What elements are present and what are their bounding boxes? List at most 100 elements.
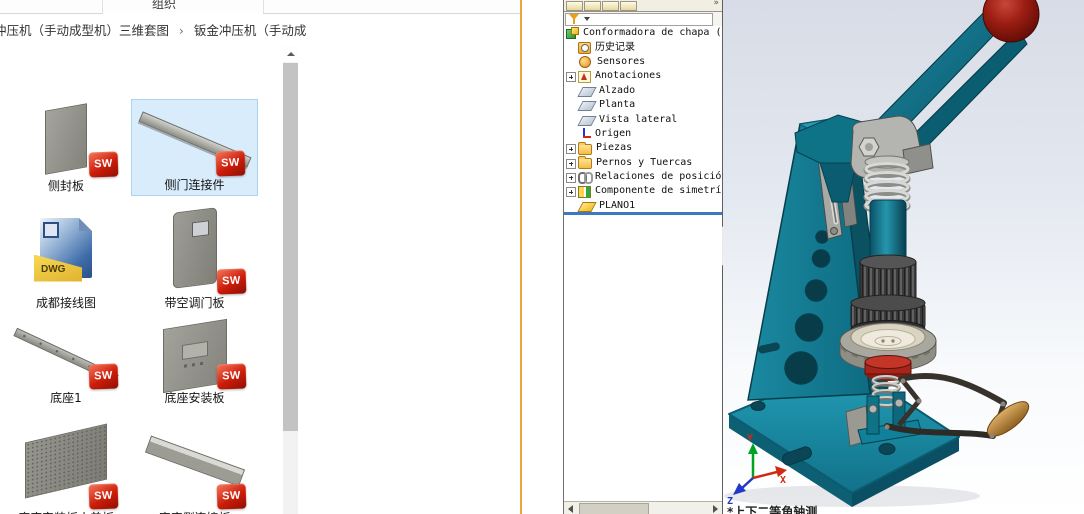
feature-tree-item[interactable]: Anotaciones bbox=[564, 69, 722, 83]
file-name: 带空调门板 bbox=[164, 296, 225, 310]
triad-y-label: Y bbox=[747, 433, 753, 444]
file-item[interactable]: SW 底座安装板小盖板 bbox=[2, 410, 130, 514]
file-thumbnail: SW bbox=[2, 98, 130, 179]
file-thumbnail: SW bbox=[131, 318, 258, 393]
dwg-format-label: DWG bbox=[41, 263, 66, 275]
file-item[interactable]: SW 底座1 bbox=[2, 320, 130, 408]
file-item[interactable]: SW 底座安装板 bbox=[131, 318, 258, 408]
tree-horizontal-scrollbar[interactable] bbox=[564, 501, 722, 514]
scroll-right-icon[interactable] bbox=[708, 502, 722, 514]
feature-tree-item[interactable]: Componente de simetría1 bbox=[564, 184, 722, 198]
file-thumbnail-art: DWG bbox=[40, 217, 92, 278]
tab-propertymanager-icon[interactable] bbox=[584, 1, 601, 11]
organize-menu[interactable]: 组织 bbox=[152, 0, 176, 12]
file-thumbnail: SW bbox=[2, 410, 130, 511]
breadcrumb-separator-icon: › bbox=[179, 24, 184, 38]
solidworks-badge-icon: SW bbox=[88, 151, 119, 178]
file-name: 成都接线图 bbox=[35, 296, 96, 310]
rollback-bar[interactable] bbox=[564, 212, 722, 215]
tab-featuremanager-icon[interactable] bbox=[566, 1, 583, 11]
file-thumbnail: DWG bbox=[2, 199, 130, 296]
scrollbar-thumb[interactable] bbox=[579, 503, 649, 514]
tree-item-label: Anotaciones bbox=[595, 70, 662, 82]
tree-item-label: Pernos y Tuercas bbox=[596, 156, 693, 168]
file-thumbnail-art bbox=[144, 434, 245, 487]
graphics-viewport[interactable]: Y X Z *上下二等角轴测 bbox=[723, 0, 1084, 514]
scroll-up-icon[interactable] bbox=[283, 46, 298, 62]
tree-item-label: Relaciones de posición bbox=[595, 171, 722, 183]
screen: 组织 冲压机（手动成型机）三维套图 › 钣金冲压机（手动成 SW 侧封板 SW … bbox=[0, 0, 1084, 514]
explorer-vertical-scrollbar[interactable] bbox=[283, 46, 298, 514]
breadcrumb[interactable]: 冲压机（手动成型机）三维套图 › 钣金冲压机（手动成 bbox=[0, 20, 534, 39]
expand-plus-icon[interactable] bbox=[566, 187, 576, 198]
solidworks-window: » Conformadora de chapa (Prede 历史记录 Sens… bbox=[522, 0, 1084, 514]
dwg-crosshair-icon bbox=[43, 221, 59, 238]
tree-item-label: Componente de simetría1 bbox=[595, 185, 722, 197]
feature-tree-item[interactable]: Relaciones de posición bbox=[564, 170, 722, 185]
file-thumbnail-art bbox=[45, 102, 87, 175]
file-item[interactable]: SW 底座侧连接板 bbox=[131, 410, 258, 514]
scroll-left-icon[interactable] bbox=[564, 502, 578, 514]
tree-item-icon bbox=[577, 115, 597, 126]
feature-tree-item[interactable]: Alzado bbox=[564, 84, 722, 98]
tab-configurationmanager-icon[interactable] bbox=[602, 1, 619, 11]
file-item[interactable]: DWG 成都接线图 bbox=[2, 199, 130, 313]
tree-item-icon bbox=[578, 70, 591, 83]
file-thumbnail-art bbox=[172, 206, 217, 289]
view-orientation-label: *上下二等角轴测 bbox=[727, 505, 818, 514]
tree-item-icon bbox=[578, 141, 592, 155]
breadcrumb-parent[interactable]: 冲压机（手动成型机）三维套图 bbox=[0, 23, 169, 38]
tree-item-label: Piezas bbox=[596, 142, 633, 154]
toolbar-divider bbox=[0, 13, 103, 14]
tree-item-icon bbox=[578, 185, 591, 198]
feature-tree: Conformadora de chapa (Prede 历史记录 Sensor… bbox=[564, 26, 722, 213]
toolbar-divider bbox=[263, 13, 521, 14]
file-grid: SW 侧封板 SW 侧门连接件 DWG 成都接线图 SW 带空调门板 SW 底座… bbox=[0, 46, 283, 514]
filter-dropdown-icon[interactable] bbox=[584, 17, 590, 21]
tree-item-icon bbox=[578, 171, 593, 185]
tabs-overflow-chevron-icon[interactable]: » bbox=[713, 0, 719, 8]
toolbar-separator bbox=[263, 0, 264, 13]
tab-dimxpert-icon[interactable] bbox=[620, 1, 637, 11]
feature-tree-item[interactable]: 历史记录 bbox=[564, 40, 722, 55]
feature-tree-item[interactable]: Sensores bbox=[564, 55, 722, 69]
file-thumbnail: SW bbox=[131, 410, 258, 511]
tree-item-label: PLANO1 bbox=[599, 199, 636, 211]
feature-tree-item[interactable]: Planta bbox=[564, 98, 722, 112]
tree-item-icon bbox=[577, 86, 597, 97]
scrollbar-thumb[interactable] bbox=[283, 63, 298, 431]
tree-item-label: Conformadora de chapa (Prede bbox=[583, 27, 722, 39]
expand-plus-icon[interactable] bbox=[566, 72, 576, 83]
featuremanager-tab-bar: » bbox=[564, 0, 722, 12]
feature-tree-item[interactable]: Pernos y Tuercas bbox=[564, 156, 722, 170]
feature-tree-item[interactable]: Piezas bbox=[564, 141, 722, 155]
expand-plus-icon[interactable] bbox=[566, 144, 576, 155]
tree-item-label: Vista lateral bbox=[599, 113, 678, 125]
feature-tree-item[interactable]: Vista lateral bbox=[564, 112, 722, 126]
tree-item-icon bbox=[577, 201, 597, 212]
tree-item-label: Alzado bbox=[599, 84, 636, 96]
solidworks-badge-icon: SW bbox=[215, 150, 246, 177]
file-item[interactable]: SW 侧封板 bbox=[2, 98, 130, 196]
3d-model[interactable]: Y X Z bbox=[723, 0, 1084, 514]
tree-item-icon bbox=[578, 127, 591, 140]
solidworks-badge-icon: SW bbox=[216, 363, 247, 390]
file-item[interactable]: SW 侧门连接件 bbox=[131, 99, 258, 196]
model-clevis[interactable] bbox=[850, 115, 934, 179]
expand-plus-icon[interactable] bbox=[566, 172, 576, 183]
tree-item-icon bbox=[579, 56, 591, 69]
feature-tree-item[interactable]: Conformadora de chapa (Prede bbox=[564, 26, 722, 40]
feature-tree-item[interactable]: Origen bbox=[564, 127, 722, 141]
file-thumbnail: SW bbox=[2, 320, 130, 391]
file-name: 侧门连接件 bbox=[164, 178, 225, 192]
tree-item-label: Sensores bbox=[597, 55, 646, 67]
breadcrumb-current[interactable]: 钣金冲压机（手动成 bbox=[194, 23, 307, 38]
file-item[interactable]: SW 带空调门板 bbox=[131, 199, 258, 313]
tree-filter-bar bbox=[564, 12, 722, 27]
expand-plus-icon[interactable] bbox=[566, 158, 576, 169]
tree-item-label: Planta bbox=[599, 99, 636, 111]
filter-funnel-icon[interactable] bbox=[569, 14, 579, 24]
feature-tree-item[interactable]: PLANO1 bbox=[564, 199, 722, 213]
toolbar-separator bbox=[102, 0, 103, 13]
file-explorer-window: 组织 冲压机（手动成型机）三维套图 › 钣金冲压机（手动成 SW 侧封板 SW … bbox=[0, 0, 521, 514]
